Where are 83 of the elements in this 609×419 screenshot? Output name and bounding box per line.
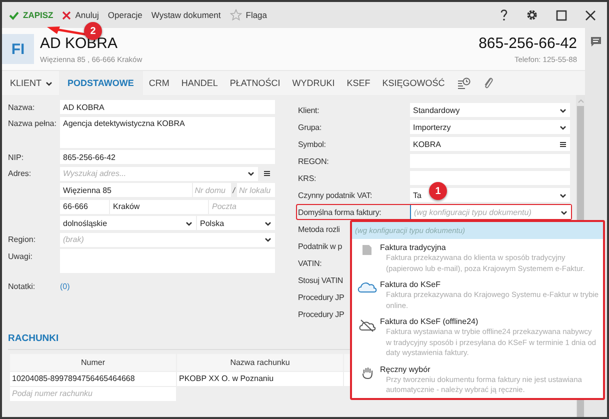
field-label: Notatki: — [8, 282, 36, 291]
initials-badge: FI — [2, 34, 34, 64]
chevron-down-icon — [44, 80, 53, 86]
check-icon — [9, 10, 19, 20]
dropdown-field[interactable]: Importerzy — [410, 120, 570, 134]
cloud-off-icon — [358, 318, 376, 332]
field-label: Adres: — [8, 169, 32, 178]
tab[interactable]: PODSTAWOWE — [58, 71, 143, 95]
nip-number: 865-256-66-42 — [478, 34, 577, 52]
history-icon — [456, 76, 471, 90]
field-label: Region: — [8, 235, 36, 244]
hand-icon — [360, 366, 374, 378]
dropdown-field[interactable]: Standardowy — [410, 103, 570, 117]
paperclip-icon — [482, 76, 493, 90]
section-heading: RACHUNKI — [8, 333, 59, 344]
dropdown-field[interactable]: Polska — [197, 216, 275, 230]
input-field[interactable]: KOBRA — [410, 137, 570, 151]
maximize-icon — [556, 10, 567, 20]
settings-icon — [526, 9, 538, 21]
menu-icon — [263, 170, 271, 177]
flag-button[interactable]: Flaga — [226, 6, 272, 24]
field-label: Procedury JP — [298, 292, 344, 302]
text-area[interactable]: Agencja detektywistyczna KOBRA — [60, 116, 275, 148]
field-label: Klient: — [298, 106, 320, 114]
tab[interactable]: KSIĘGOWOŚĆ — [376, 71, 451, 95]
tab[interactable]: KLIENT — [4, 71, 59, 95]
column-header[interactable]: Nazwa rachunku — [177, 354, 343, 371]
cloud-icon — [357, 281, 377, 293]
toolbar-button[interactable]: Wystaw dokument — [147, 7, 225, 23]
field-label: Symbol: — [298, 140, 326, 148]
star-icon — [230, 9, 242, 21]
field-label: Procedury JP — [298, 310, 344, 318]
chevron-down-icon — [264, 236, 272, 243]
option-title: Faktura do KSeF — [380, 280, 442, 289]
cancel-button[interactable]: Anuluj — [58, 7, 103, 23]
table-cell: 10204085-8997894756465464668 — [10, 372, 176, 386]
field-label: Metoda rozli — [298, 224, 340, 234]
close-icon — [62, 10, 72, 20]
field-label: Nazwa pełna: — [8, 119, 56, 128]
field-label: KRS: — [298, 174, 316, 182]
field-label: NIP: — [8, 152, 24, 162]
chevron-down-icon — [559, 124, 567, 130]
field-label: Uwagi: — [8, 252, 32, 260]
notes-link[interactable]: (0) — [60, 282, 70, 291]
document-icon — [361, 244, 373, 256]
menu-icon — [559, 140, 567, 148]
input-field[interactable] — [410, 171, 570, 185]
help-icon — [500, 9, 508, 21]
comment-icon — [590, 36, 602, 47]
option-title: Faktura do KSeF (offline24) — [380, 317, 480, 326]
field-label: Stosuj VATIN — [298, 276, 344, 284]
field-label: Czynny podatnik VAT: — [298, 190, 372, 200]
field-label: Grupa: — [298, 122, 322, 132]
separator-text: / — [232, 186, 236, 194]
column-header[interactable]: Numer — [10, 354, 176, 371]
tab[interactable]: KSEF — [340, 71, 376, 95]
scroll-up-icon — [576, 98, 584, 104]
field-label: VATIN: — [298, 258, 322, 268]
tab[interactable]: HANDEL — [175, 71, 224, 95]
chevron-down-icon — [247, 170, 255, 177]
table-cell: PKOBP XX O. w Poznaniu — [177, 372, 343, 386]
tab[interactable]: PŁATNOŚCI — [224, 71, 286, 95]
option-title: Faktura tradycyjna — [380, 243, 447, 252]
chevron-down-icon — [185, 220, 193, 226]
toolbar-button[interactable]: Operacje — [104, 7, 146, 23]
tab[interactable]: CRM — [142, 71, 176, 95]
chevron-down-icon — [559, 192, 567, 198]
input-field[interactable]: 66-666 — [60, 200, 109, 214]
field-label: Podatnik w p — [298, 242, 342, 250]
input-field[interactable]: Kraków — [110, 200, 208, 214]
input-field[interactable]: 865-256-66-42 — [60, 150, 275, 164]
chevron-down-icon — [560, 208, 568, 216]
chevron-down-icon — [264, 220, 272, 226]
field-label: Domyślna forma faktury: — [298, 208, 382, 216]
chevron-down-icon — [559, 106, 567, 114]
field-label: Nazwa: — [8, 102, 35, 112]
option-title: Ręczny wybór — [380, 364, 432, 374]
input-field[interactable]: AD KOBRA — [60, 100, 275, 114]
input-field[interactable]: Więzienna 85 — [60, 183, 192, 197]
dropdown-field[interactable]: dolnośląskie — [60, 216, 196, 230]
close-icon — [585, 10, 596, 20]
tab[interactable]: WYDRUKI — [286, 71, 341, 95]
field-label: REGON: — [298, 156, 329, 166]
